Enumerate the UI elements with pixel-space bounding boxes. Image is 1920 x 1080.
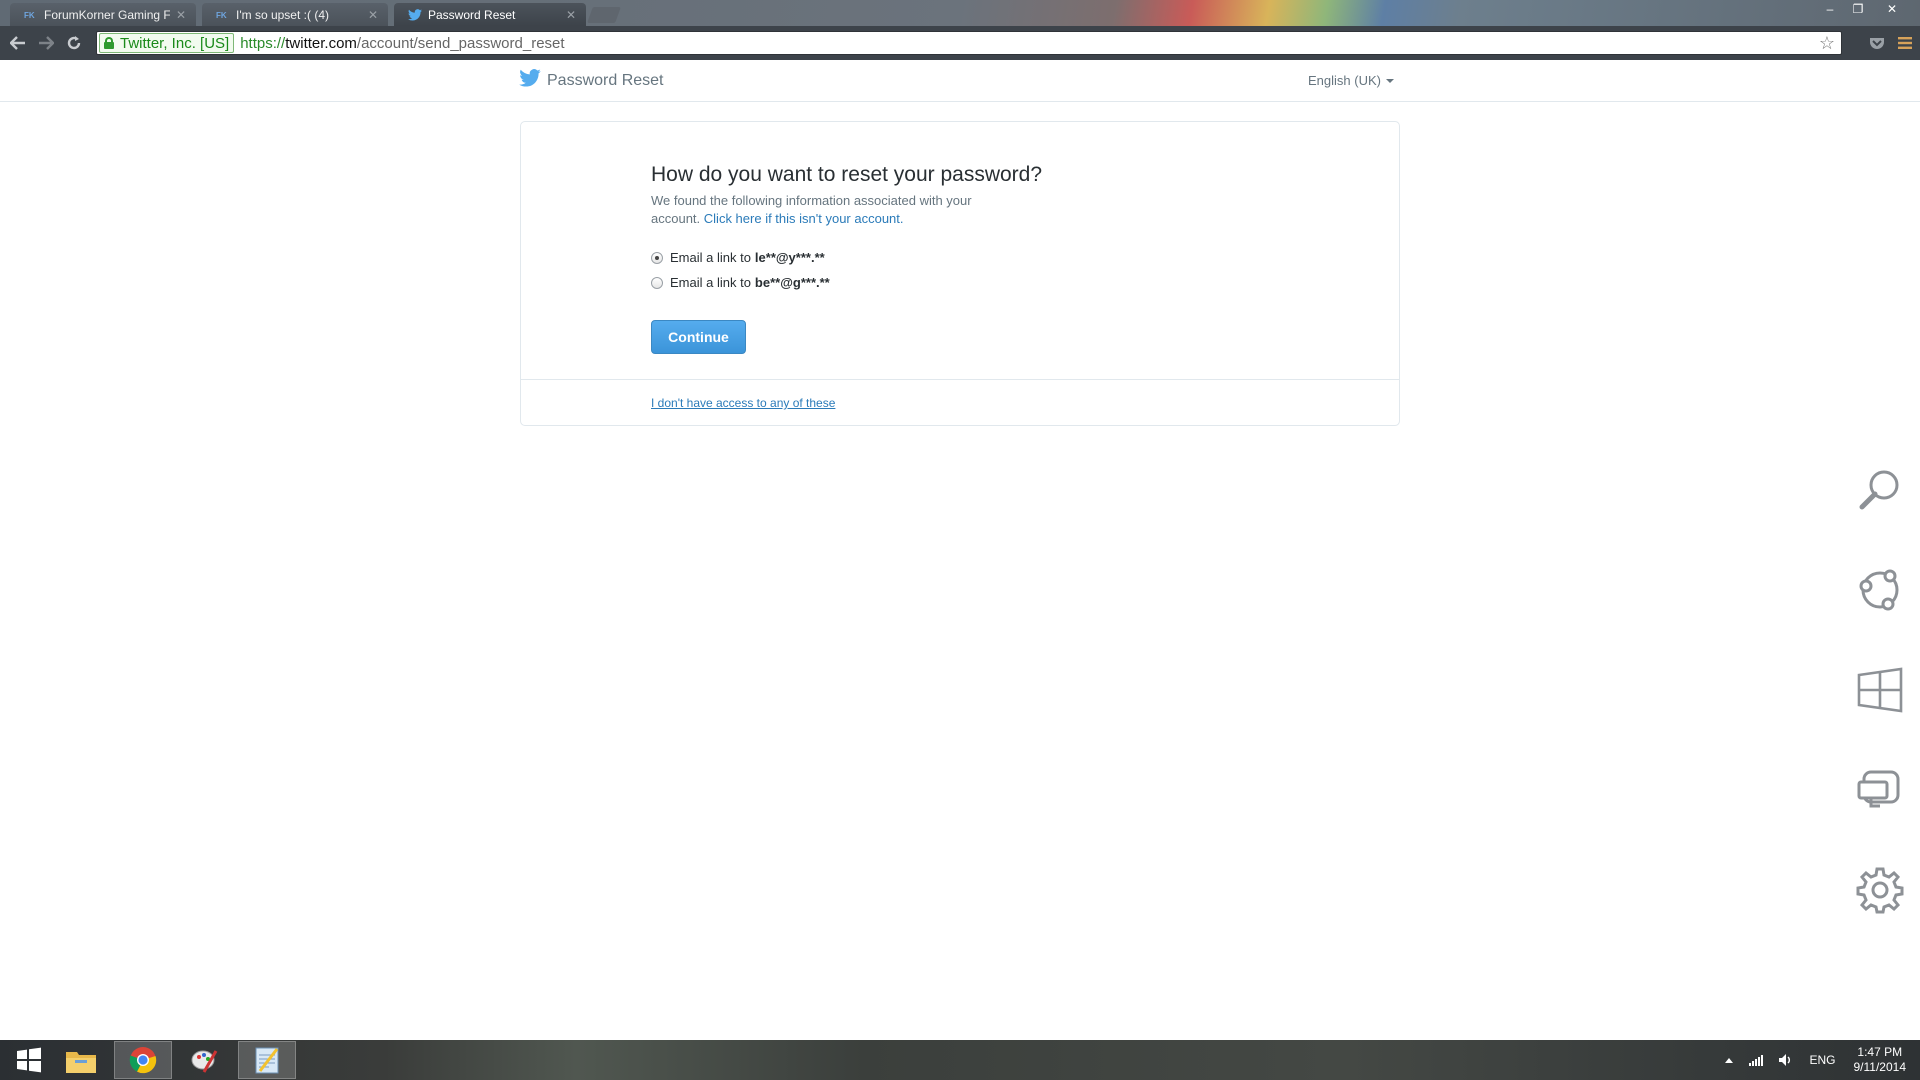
start-button[interactable] [0,1041,58,1079]
show-hidden-icons-icon[interactable] [1725,1057,1734,1063]
reset-description: We found the following information assoc… [651,193,972,226]
menu-hamburger-icon[interactable] [1894,32,1916,54]
address-bar[interactable]: Twitter, Inc. [US] https://twitter.com/a… [96,31,1842,55]
chrome-taskbar-icon[interactable] [114,1041,172,1079]
tab-forumkorner[interactable]: FK ForumKorner Gaming For ✕ [10,3,196,26]
forward-arrow-icon[interactable] [32,29,60,57]
password-reset-card: How do you want to reset your password? … [520,121,1400,426]
radio-email-2[interactable] [651,276,663,289]
clock-date: 9/11/2014 [1853,1060,1907,1074]
charm-devices-icon[interactable] [1855,765,1905,815]
charm-settings-icon[interactable] [1855,865,1905,915]
page-header: Password Reset English (UK) [0,60,1920,102]
continue-button[interactable]: Continue [651,320,746,354]
svg-text:FK: FK [216,11,227,20]
paint-taskbar-icon[interactable] [176,1041,234,1079]
reset-heading: How do you want to reset your password? [651,163,1043,186]
taskbar-clock[interactable]: 1:47 PM 9/11/2014 [1854,1045,1907,1075]
reset-option-email-2[interactable]: Email a link to be**@g***.** [651,275,830,290]
tab-close-icon[interactable]: ✕ [566,8,576,22]
forum-favicon-icon: FK [24,8,38,22]
bookmark-star-icon[interactable]: ☆ [1819,33,1835,54]
browser-toolbar: Twitter, Inc. [US] https://twitter.com/a… [0,26,1920,60]
reset-option-email-1[interactable]: Email a link to le**@y***.** [651,250,825,265]
twitter-bird-icon [408,8,422,22]
charm-share-icon[interactable] [1855,565,1905,615]
file-explorer-taskbar-icon[interactable] [52,1041,110,1079]
caret-down-icon [1385,78,1394,83]
minimize-icon[interactable]: – [1816,0,1844,18]
volume-icon[interactable] [1779,1054,1793,1066]
twitter-bird-icon[interactable] [519,69,541,92]
notepad-taskbar-icon[interactable] [238,1041,296,1079]
svg-text:FK: FK [24,11,35,20]
ev-certificate-badge[interactable]: Twitter, Inc. [US] [99,33,235,53]
page-title: Password Reset [547,71,664,89]
restore-icon[interactable]: ❐ [1844,0,1872,18]
tab-close-icon[interactable]: ✕ [176,8,186,22]
reload-icon[interactable] [60,29,88,57]
browser-tabstrip: FK ForumKorner Gaming For ✕ FK I'm so up… [0,0,1920,26]
tab-close-icon[interactable]: ✕ [368,8,378,22]
window-controls: – ❐ ✕ [1816,0,1912,18]
clock-time: 1:47 PM [1857,1045,1903,1059]
forum-favicon-icon: FK [216,8,230,22]
tab-password-reset[interactable]: Password Reset ✕ [394,3,586,26]
charm-start-icon[interactable] [1855,665,1905,715]
lock-icon [104,37,114,49]
close-window-icon[interactable]: ✕ [1872,0,1912,18]
url-text: https://twitter.com/account/send_passwor… [240,34,565,52]
tab-so-upset[interactable]: FK I'm so upset :( (4) ✕ [202,3,388,26]
back-arrow-icon[interactable] [4,29,32,57]
toolbar-extensions [1866,32,1916,54]
radio-email-1[interactable] [651,251,663,264]
not-your-account-link[interactable]: Click here if this isn't your account. [704,211,904,226]
input-language-indicator[interactable]: ENG [1809,1053,1835,1067]
reset-options-section: How do you want to reset your password? … [521,122,1399,380]
system-tray: ENG 1:47 PM 9/11/2014 [1717,1040,1920,1080]
pocket-extension-icon[interactable] [1866,32,1888,54]
windows-logo-icon [17,1047,41,1073]
new-tab-button[interactable] [587,7,621,23]
network-signal-icon[interactable] [1749,1054,1764,1066]
brand: Password Reset [519,69,664,92]
charm-search-icon[interactable] [1855,465,1905,515]
language-selector[interactable]: English (UK) [1308,73,1394,88]
no-access-link[interactable]: I don't have access to any of these [651,396,835,410]
windows-taskbar: ENG 1:47 PM 9/11/2014 [0,1040,1920,1080]
